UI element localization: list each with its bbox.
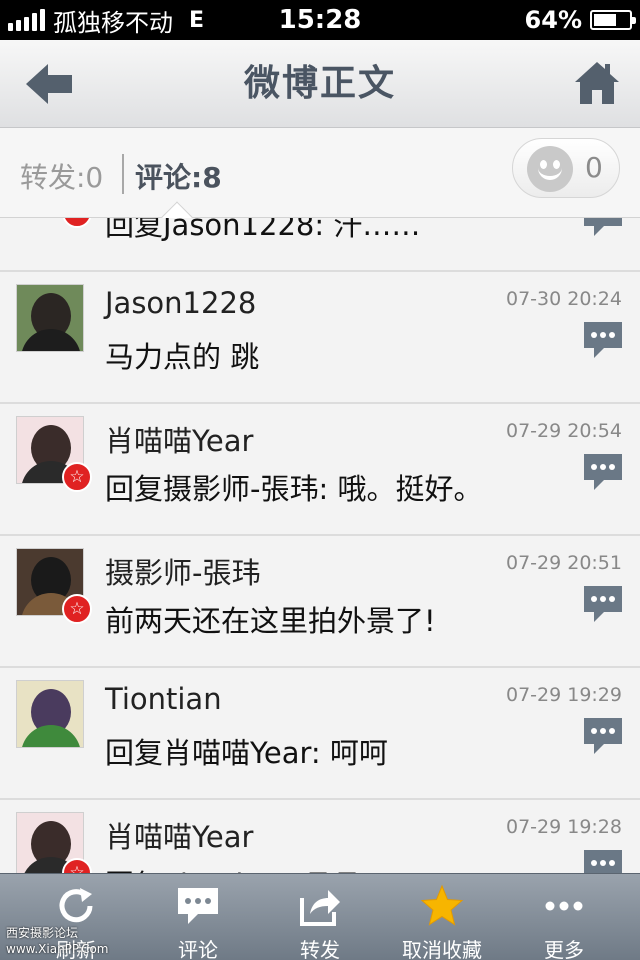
refresh-icon — [59, 888, 93, 923]
share-icon — [300, 890, 340, 926]
vip-badge-icon: ☆ — [62, 594, 92, 624]
unfavorite-button[interactable]: 取消收藏 — [378, 874, 506, 960]
reply-icon[interactable] — [582, 452, 624, 494]
tab-comments[interactable]: 评论:8 — [135, 156, 222, 196]
vip-badge-icon: ☆ — [62, 218, 92, 228]
comment-username[interactable]: 肖喵喵Year — [105, 418, 253, 460]
list-item[interactable]: Jason1228 07-30 20:24 马力点的 跳 — [0, 272, 640, 404]
comment-icon — [178, 888, 218, 924]
reply-icon[interactable] — [582, 320, 624, 362]
page-title: 微博正文 — [243, 63, 396, 104]
star-icon — [420, 884, 464, 926]
comment-label: 评论 — [178, 938, 218, 960]
repost-button[interactable]: 转发 — [256, 874, 384, 960]
comment-text: 马力点的 跳 — [105, 340, 260, 374]
back-button[interactable] — [22, 60, 78, 108]
comment-time: 07-29 19:28 — [505, 816, 622, 838]
list-item[interactable]: ☆ 肖喵喵Year 07-29 20:54 回复摄影师-張玮: 哦。挺好。 — [0, 404, 640, 536]
comment-time: 07-29 20:54 — [505, 420, 622, 442]
comment-text: 回复摄影师-張玮: 哦。挺好。 — [105, 472, 483, 506]
avatar[interactable] — [16, 680, 84, 748]
smiley-icon — [527, 146, 573, 192]
repost-label: 转发 — [300, 938, 340, 960]
reply-icon[interactable] — [582, 584, 624, 626]
watermark-line2: www.XianPP.Com — [6, 942, 109, 956]
comment-time: 07-30 20:24 — [505, 288, 622, 310]
comment-text: 回复Tiontian: 呵呵 — [105, 862, 357, 873]
tab-reposts[interactable]: 转发:0 — [20, 156, 103, 196]
unfavorite-label: 取消收藏 — [402, 938, 482, 960]
status-bar: 孤独移不动 E 15:28 64% — [0, 0, 640, 40]
vip-badge-icon: ☆ — [62, 462, 92, 492]
comment-text: 前两天还在这里拍外景了! — [105, 604, 436, 638]
comment-username[interactable]: 摄影师-張玮 — [105, 550, 260, 592]
comment-username[interactable]: Tiontian — [105, 682, 222, 716]
comment-list[interactable]: ☆ 回复Jason1228: 汗…… Jason1228 07-30 20:24… — [0, 218, 640, 873]
reply-icon[interactable] — [582, 848, 624, 873]
comment-time: 07-29 20:51 — [505, 552, 622, 574]
status-right: 64% — [524, 0, 636, 40]
list-item[interactable]: ☆ 回复Jason1228: 汗…… — [0, 218, 640, 272]
tab-divider — [122, 154, 124, 194]
list-item[interactable]: ☆ 肖喵喵Year 07-29 19:28 回复Tiontian: 呵呵 — [0, 800, 640, 873]
comment-button[interactable]: 评论 — [134, 874, 262, 960]
nav-bar: 微博正文 — [0, 40, 640, 128]
comment-username[interactable]: 肖喵喵Year — [105, 814, 253, 856]
list-item[interactable]: ☆ 摄影师-張玮 07-29 20:51 前两天还在这里拍外景了! — [0, 536, 640, 668]
watermark: 西安摄影论坛 www.XianPP.Com — [6, 925, 109, 959]
reply-icon[interactable] — [582, 716, 624, 758]
comment-text: 回复Jason1228: 汗…… — [105, 218, 421, 242]
home-icon — [575, 62, 619, 104]
more-button[interactable]: 更多 — [500, 874, 628, 960]
battery-icon — [590, 10, 636, 30]
reply-icon[interactable] — [582, 218, 624, 240]
comment-time: 07-29 19:29 — [505, 684, 622, 706]
more-icon — [545, 901, 583, 911]
battery-percent: 64% — [524, 6, 582, 34]
comment-username[interactable]: Jason1228 — [105, 286, 256, 320]
avatar[interactable] — [16, 284, 84, 352]
home-button[interactable] — [572, 58, 622, 108]
watermark-line1: 西安摄影论坛 — [6, 926, 79, 940]
like-count: 0 — [585, 151, 603, 184]
more-label: 更多 — [544, 938, 584, 960]
like-button[interactable]: 0 — [512, 138, 620, 198]
comment-text: 回复肖喵喵Year: 呵呵 — [105, 736, 388, 770]
back-arrow-icon — [26, 64, 72, 104]
list-item[interactable]: Tiontian 07-29 19:29 回复肖喵喵Year: 呵呵 — [0, 668, 640, 800]
